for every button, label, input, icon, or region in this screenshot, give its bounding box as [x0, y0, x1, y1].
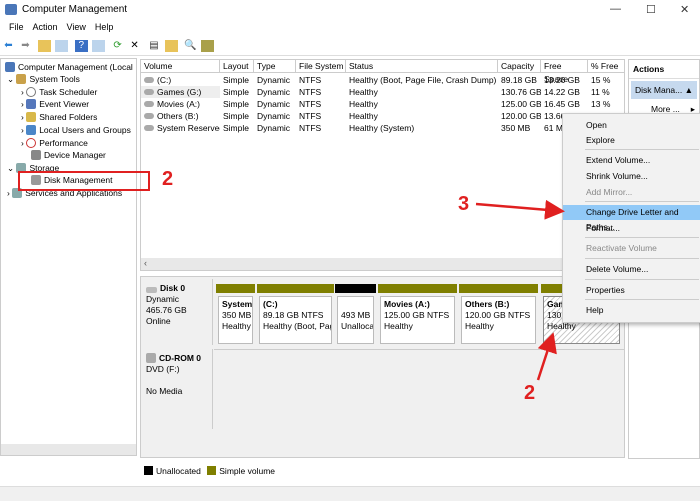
- arrow-to-games-partition: [536, 332, 557, 381]
- arrow-to-change-drive-letter: [475, 199, 565, 220]
- annotation-arrows: [475, 199, 565, 381]
- status-bar: [0, 486, 700, 501]
